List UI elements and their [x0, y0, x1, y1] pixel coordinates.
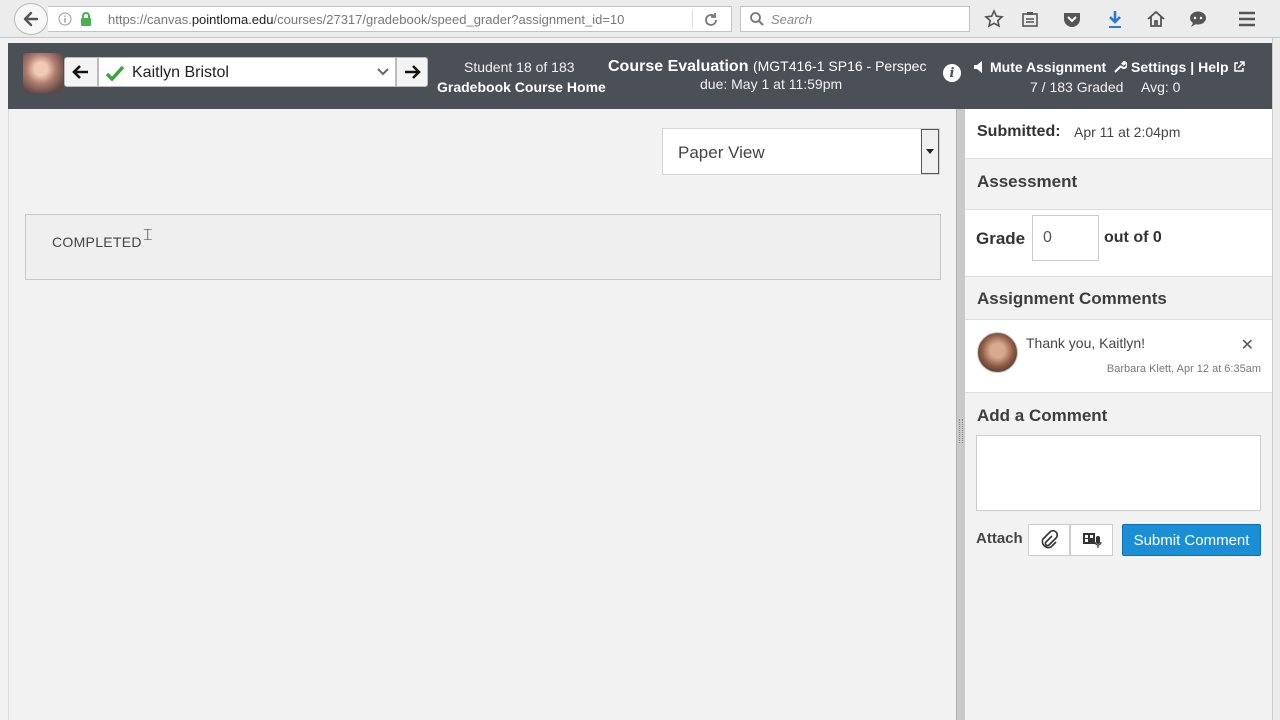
link-separator: | — [1190, 59, 1195, 75]
out-of-label: out of 0 — [1104, 229, 1162, 246]
pocket-icon[interactable] — [1062, 9, 1082, 29]
comment-text: Thank you, Kaitlyn! — [1026, 335, 1146, 351]
submitted-label: Submitted: — [977, 123, 1061, 140]
home-icon[interactable] — [1146, 9, 1166, 29]
reading-list-icon[interactable] — [1020, 9, 1040, 29]
previous-student-button[interactable] — [64, 57, 98, 87]
average-score: Avg: 0 — [1141, 79, 1181, 95]
submission-pane: Paper View COMPLETED ⌶ — [8, 109, 956, 720]
browser-toolbar: https://canvas.pointloma.edu/courses/273… — [0, 0, 1280, 38]
assignment-title[interactable]: Course Evaluation (MGT416-1 SP16 - Persp… — [608, 58, 940, 76]
close-icon[interactable]: ✕ — [1241, 335, 1254, 355]
view-mode-select[interactable]: Paper View — [662, 128, 940, 175]
speedgrader-header: Kaitlyn Bristol Student 18 of 183 Gradeb… — [8, 43, 1272, 109]
grade-label: Grade — [976, 229, 1026, 248]
submitted-date: Apr 11 at 2:04pm — [1074, 124, 1181, 140]
search-icon — [750, 12, 764, 26]
resize-grip-icon — [959, 419, 963, 443]
paperclip-icon — [1041, 530, 1058, 549]
speaker-icon — [974, 61, 982, 73]
browser-search-input[interactable]: Search — [740, 6, 970, 32]
mute-assignment-link[interactable]: Mute Assignment — [972, 59, 1106, 75]
url-text: https://canvas.pointloma.edu/courses/273… — [108, 12, 625, 27]
download-icon[interactable] — [1105, 9, 1125, 29]
bookmark-star-icon[interactable] — [984, 9, 1004, 29]
student-avatar — [23, 53, 63, 93]
settings-link[interactable]: Settings — [1131, 59, 1186, 75]
arrow-left-icon — [72, 65, 88, 79]
chat-icon[interactable] — [1188, 9, 1208, 29]
checkmark-icon — [105, 65, 125, 82]
comments-heading: Assignment Comments — [977, 289, 1167, 308]
graded-count: 7 / 183 Graded — [1030, 79, 1124, 95]
arrow-right-icon — [405, 65, 421, 79]
attach-label: Attach — [976, 530, 1023, 547]
next-student-button[interactable] — [396, 57, 428, 87]
window-scrollbar[interactable] — [1272, 38, 1280, 720]
assessment-heading: Assessment — [977, 172, 1078, 191]
grade-row: Grade out of 0 — [965, 209, 1272, 277]
add-comment-heading: Add a Comment — [977, 406, 1108, 425]
text-cursor-icon: ⌶ — [143, 227, 153, 244]
external-link-icon — [1233, 61, 1245, 72]
media-record-icon — [1082, 533, 1102, 548]
student-name: Kaitlyn Bristol — [132, 64, 229, 81]
view-mode-label: Paper View — [678, 143, 765, 162]
submit-comment-button[interactable]: Submit Comment — [1122, 524, 1261, 556]
url-separator — [692, 10, 693, 28]
info-icon[interactable] — [58, 12, 72, 26]
wrench-icon — [1114, 60, 1127, 73]
pane-resize-handle[interactable] — [956, 109, 965, 720]
submission-text: COMPLETED — [52, 234, 142, 250]
comment-meta: Barbara Klett, Apr 12 at 6:35am — [1106, 363, 1261, 375]
gradebook-link[interactable]: Gradebook Course Home — [437, 79, 606, 95]
chevron-down-icon — [377, 68, 389, 76]
student-selector[interactable]: Kaitlyn Bristol — [98, 57, 396, 87]
settings-help-links[interactable]: Settings | Help — [1113, 59, 1245, 75]
attach-file-button[interactable] — [1028, 524, 1070, 556]
course-name: (MGT416-1 SP16 - Perspec — [752, 58, 927, 74]
help-link[interactable]: Help — [1198, 59, 1228, 75]
comment-item: Thank you, Kaitlyn! ✕ Barbara Klett, Apr… — [965, 319, 1272, 393]
grading-sidebar: Submitted: Apr 11 at 2:04pm Assessment G… — [965, 109, 1272, 720]
lock-icon — [81, 12, 91, 26]
caret-down-icon — [926, 148, 934, 154]
commenter-avatar — [977, 332, 1018, 373]
menu-icon[interactable] — [1237, 9, 1257, 29]
grade-input[interactable] — [1032, 215, 1099, 261]
comment-textarea[interactable] — [976, 435, 1261, 511]
due-date: due: May 1 at 11:59pm — [700, 76, 843, 92]
address-bar[interactable]: https://canvas.pointloma.edu/courses/273… — [48, 6, 732, 32]
browser-back-button[interactable] — [14, 3, 48, 35]
view-mode-dropdown-toggle[interactable] — [921, 129, 939, 174]
arrow-left-icon — [23, 11, 39, 27]
student-count: Student 18 of 183 — [464, 59, 575, 75]
info-icon[interactable]: i — [943, 64, 961, 82]
submitted-info: Submitted: Apr 11 at 2:04pm — [965, 109, 1272, 159]
submission-content: COMPLETED — [25, 214, 941, 280]
reload-icon[interactable] — [702, 11, 720, 29]
media-comment-button[interactable] — [1070, 524, 1113, 556]
search-placeholder: Search — [771, 12, 813, 27]
